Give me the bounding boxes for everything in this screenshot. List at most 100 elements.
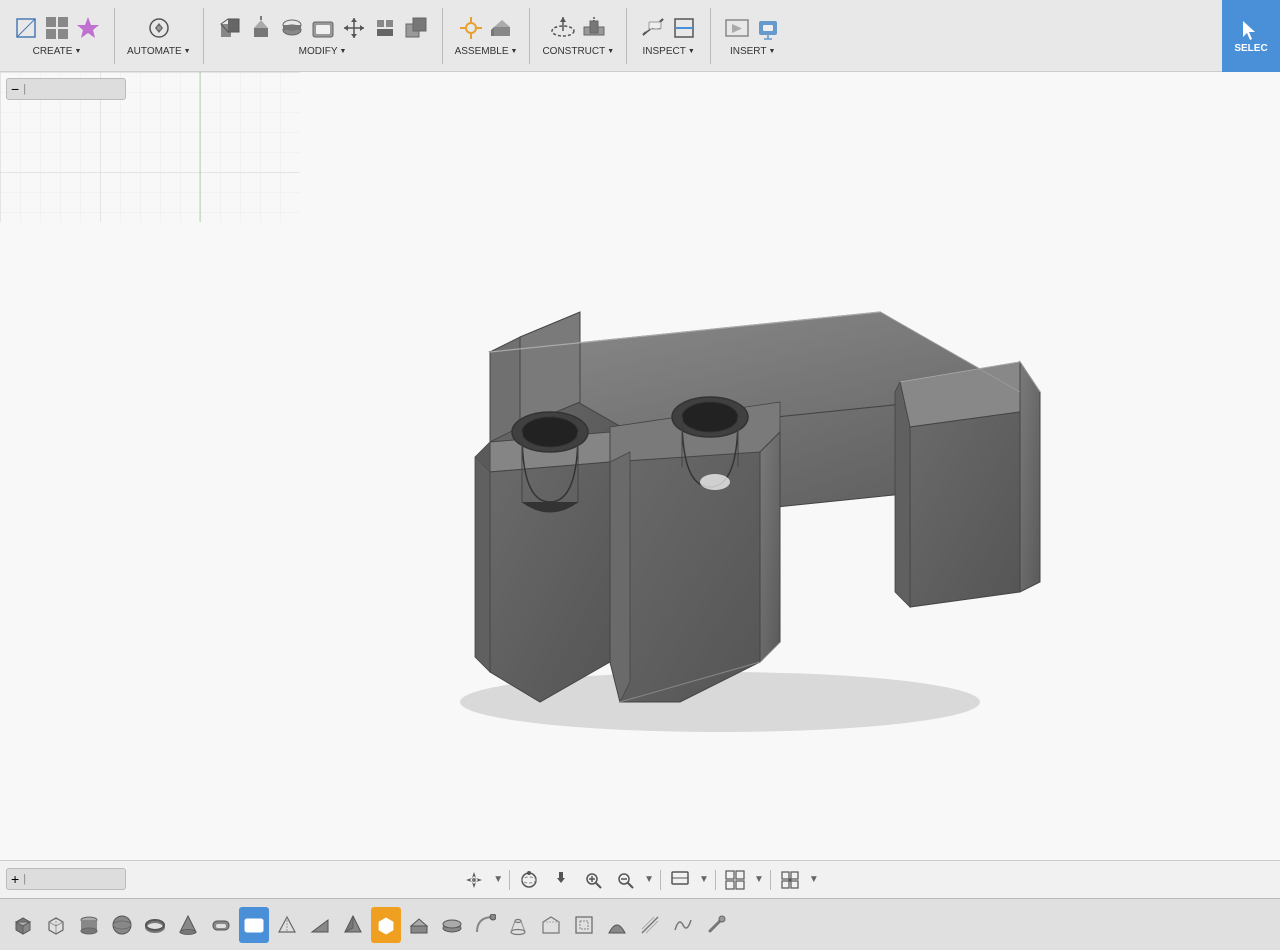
create-label: CREATE ▼: [33, 46, 82, 57]
shapes-toolbar: [0, 898, 1280, 950]
shape-freeform-button[interactable]: [668, 907, 698, 943]
panel-expand-handle: |: [23, 873, 26, 885]
shape-pipe-button[interactable]: [206, 907, 236, 943]
snap-arrow-icon: ▼: [809, 874, 819, 885]
divider-1: [114, 8, 115, 64]
3d-model: [320, 192, 1100, 752]
shape-patch-button[interactable]: [602, 907, 632, 943]
zoom-arrow-icon: ▼: [644, 874, 654, 885]
toolbar-group-automate[interactable]: AUTOMATE ▼: [119, 10, 199, 61]
svg-text:←→: ←→: [651, 25, 661, 31]
divider-4: [529, 8, 530, 64]
inspect-measure-icon: ←→: [639, 14, 667, 42]
create-icons: [12, 14, 102, 42]
shape-prism-button[interactable]: [272, 907, 302, 943]
toolbar-group-insert[interactable]: INSERT ▼: [715, 10, 790, 61]
navigate-arrow-icon: ▼: [493, 874, 503, 885]
shape-torus-button[interactable]: [140, 907, 170, 943]
shape-outline-box-button[interactable]: [41, 907, 71, 943]
construct-arrow-icon: ▼: [607, 48, 614, 55]
shape-loft-button[interactable]: [503, 907, 533, 943]
select-button[interactable]: SELEC: [1222, 0, 1280, 72]
modify-revolve-icon: [278, 14, 306, 42]
view-sep-4: [770, 870, 771, 890]
panel-expand-button[interactable]: + |: [6, 868, 126, 890]
toolbar-group-inspect[interactable]: ←→ INSPECT ▼: [631, 10, 706, 61]
shape-cone-button[interactable]: [173, 907, 203, 943]
inspect-section-icon: [670, 14, 698, 42]
insert-canvas-icon: [723, 14, 751, 42]
shape-revolve-button[interactable]: [437, 907, 467, 943]
plus-icon: +: [11, 871, 19, 887]
divider-6: [710, 8, 711, 64]
insert-label: INSERT ▼: [730, 46, 775, 57]
shape-pyramid-button[interactable]: [338, 907, 368, 943]
create-sketch-icon: [12, 14, 40, 42]
shape-active-blue-button[interactable]: [239, 907, 269, 943]
main-toolbar: CREATE ▼ AUTOMATE ▼: [0, 0, 1280, 72]
divider-5: [626, 8, 627, 64]
divider-3: [442, 8, 443, 64]
orbit-button[interactable]: [516, 867, 542, 893]
shape-extrude-button[interactable]: [404, 907, 434, 943]
shape-sweep-button[interactable]: [470, 907, 500, 943]
modify-label: MODIFY ▼: [299, 46, 347, 57]
modify-shell-icon: [309, 14, 337, 42]
modify-extrude-icon: [247, 14, 275, 42]
toolbar-group-assemble[interactable]: ASSEMBLE ▼: [447, 10, 526, 61]
automate-icons: [145, 14, 173, 42]
inspect-arrow-icon: ▼: [688, 48, 695, 55]
modify-arrow-icon: ▼: [340, 48, 347, 55]
shape-active-orange-button[interactable]: [371, 907, 401, 943]
assemble-arrow-icon: ▼: [511, 48, 518, 55]
assemble-joint-icon: [457, 14, 485, 42]
grid-button[interactable]: [722, 867, 748, 893]
inspect-icons: ←→: [639, 14, 698, 42]
construct-axis-icon: [580, 14, 608, 42]
shape-offset-button[interactable]: [569, 907, 599, 943]
construct-plane-icon: [549, 14, 577, 42]
shape-wedge-button[interactable]: [305, 907, 335, 943]
insert-icons: [723, 14, 782, 42]
shape-sphere-button[interactable]: [107, 907, 137, 943]
view-sep-2: [660, 870, 661, 890]
create-grid-icon: [43, 14, 71, 42]
modify-move-icon: [340, 14, 368, 42]
panel-handle-icon: |: [23, 83, 26, 95]
viewport[interactable]: − | + |: [0, 72, 1280, 898]
toolbar-group-construct[interactable]: CONSTRUCT ▼: [534, 10, 622, 61]
modify-align-icon: [371, 14, 399, 42]
assemble-label: ASSEMBLE ▼: [455, 46, 518, 57]
construct-icons: [549, 14, 608, 42]
view-sep-3: [715, 870, 716, 890]
shape-solid-box-button[interactable]: [8, 907, 38, 943]
display-arrow-icon: ▼: [699, 874, 709, 885]
zoom-button[interactable]: [612, 867, 638, 893]
display-mode-button[interactable]: [667, 867, 693, 893]
shape-tool-button[interactable]: [701, 907, 731, 943]
snap-button[interactable]: [777, 867, 803, 893]
pan-button[interactable]: [548, 867, 574, 893]
assemble-icons: [457, 14, 516, 42]
toolbar-group-modify[interactable]: MODIFY ▼: [208, 10, 438, 61]
panel-minimize-button[interactable]: − |: [6, 78, 126, 100]
inspect-label: INSPECT ▼: [643, 46, 695, 57]
modify-icons: [216, 14, 430, 42]
automate-icon: [145, 14, 173, 42]
automate-arrow-icon: ▼: [184, 48, 191, 55]
model-viewport: [320, 192, 1100, 752]
insert-arrow-icon: ▼: [768, 48, 775, 55]
divider-2: [203, 8, 204, 64]
modify-push-icon: [216, 14, 244, 42]
shape-cylinder-button[interactable]: [74, 907, 104, 943]
toolbar-group-create[interactable]: CREATE ▼: [4, 10, 110, 61]
navigate-button[interactable]: [461, 867, 487, 893]
shape-boundary-button[interactable]: [536, 907, 566, 943]
view-toolbar: ▼ ▼ ▼: [0, 860, 1280, 898]
select-cursor-icon: [1239, 19, 1263, 43]
automate-label: AUTOMATE ▼: [127, 46, 191, 57]
create-star-icon: [74, 14, 102, 42]
shape-ruled-button[interactable]: [635, 907, 665, 943]
zoom-fit-button[interactable]: [580, 867, 606, 893]
grid-arrow-icon: ▼: [754, 874, 764, 885]
